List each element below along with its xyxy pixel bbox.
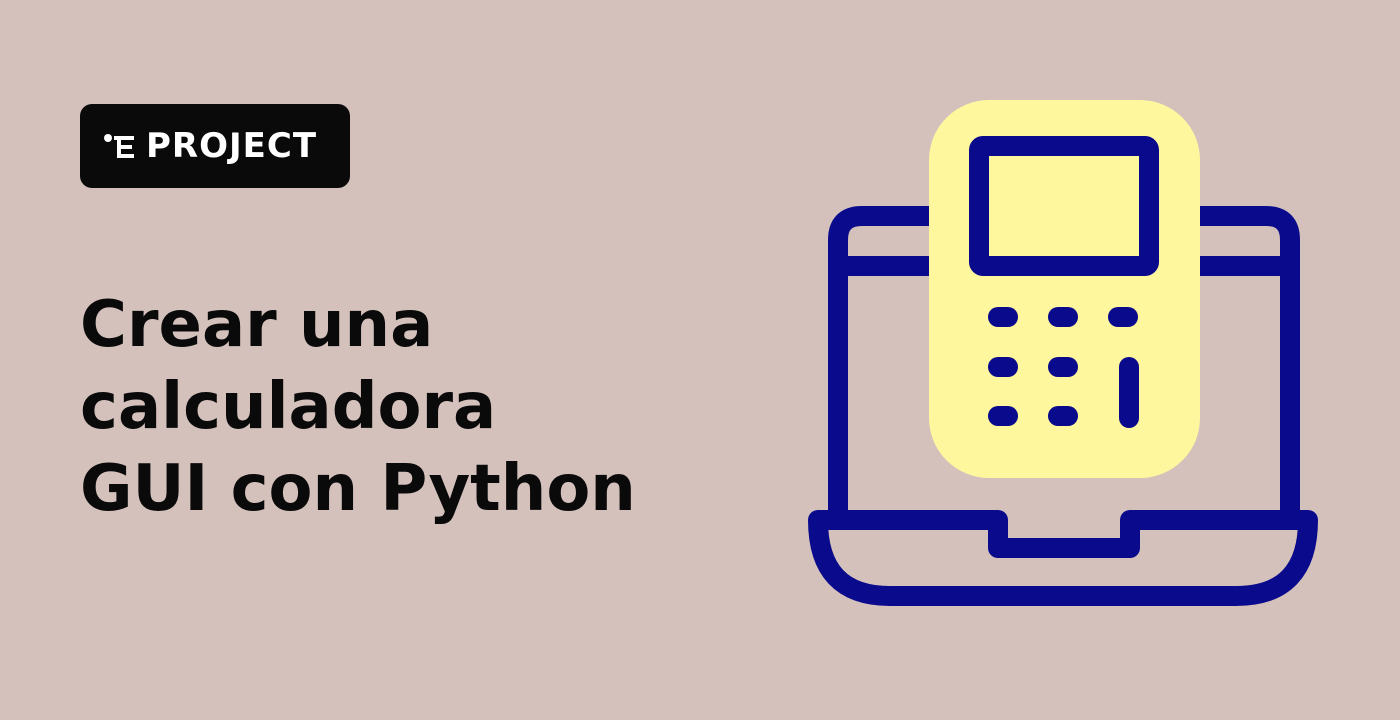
page-banner: PROJECT Crear una calculadora GUI con Py…	[0, 0, 1400, 720]
page-title: Crear una calculadora GUI con Python	[80, 284, 720, 530]
title-line-1: Crear una	[80, 288, 434, 362]
laptop-calculator-icon	[808, 100, 1318, 606]
title-line-3: GUI con Python	[80, 452, 636, 526]
project-badge: PROJECT	[80, 104, 350, 188]
laptop-base-outline	[808, 510, 1318, 606]
project-badge-label: PROJECT	[146, 126, 318, 166]
title-line-2: calculadora	[80, 370, 497, 444]
project-tree-icon	[104, 134, 134, 158]
